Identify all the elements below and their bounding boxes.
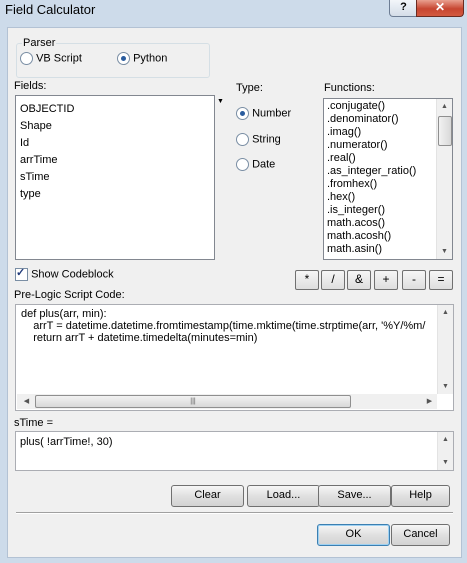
divide-button[interactable]: / (321, 270, 345, 290)
field-item[interactable]: type (16, 186, 214, 203)
vbscript-label: VB Script (36, 52, 82, 65)
field-item[interactable]: sTime (16, 169, 214, 186)
function-item[interactable]: .real() (324, 152, 452, 165)
dialog-client-area: Parser VB Script Python Fields: OBJECTID… (7, 27, 462, 558)
field-item[interactable]: arrTime (16, 152, 214, 169)
ok-button[interactable]: OK (317, 524, 390, 546)
functions-label: Functions: (324, 82, 375, 94)
scroll-up-icon[interactable]: ▲ (438, 305, 453, 320)
vbscript-radio[interactable] (20, 52, 33, 65)
type-option-string[interactable]: String (236, 133, 281, 146)
date-label: Date (252, 158, 276, 171)
field-item[interactable]: OBJECTID (16, 101, 214, 118)
plus-button[interactable]: + (374, 270, 398, 290)
field-calculator-window: Field Calculator ? ✕ Parser VB Script Py… (0, 0, 467, 563)
function-item[interactable]: .denominator() (324, 113, 452, 126)
function-item[interactable]: .numerator() (324, 139, 452, 152)
show-codeblock-checkbox[interactable] (15, 266, 28, 281)
scroll-down-icon[interactable]: ▼ (438, 379, 453, 394)
load-button[interactable]: Load... (247, 485, 320, 507)
divider (16, 512, 453, 514)
function-item[interactable]: math.acos() (324, 217, 452, 230)
title-bar[interactable]: Field Calculator ? ✕ (0, 0, 467, 22)
scroll-down-icon[interactable]: ▼ (438, 455, 453, 470)
save-button[interactable]: Save... (318, 485, 391, 507)
functions-scrollbar[interactable]: ▲ ▼ (436, 99, 452, 259)
python-label: Python (133, 52, 168, 65)
functions-list[interactable]: .conjugate() .denominator() .imag() .num… (323, 98, 453, 260)
field-item[interactable]: Shape (16, 118, 214, 135)
scroll-left-icon[interactable]: ◀ (19, 394, 34, 409)
parser-label: Parser (22, 37, 57, 49)
type-label: Type: (236, 82, 263, 94)
function-item[interactable]: .hex() (324, 191, 452, 204)
code-vertical-scrollbar[interactable]: ▲ ▼ (437, 305, 453, 394)
show-codeblock-label: Show Codeblock (31, 268, 114, 281)
function-item[interactable]: .fromhex() (324, 178, 452, 191)
function-item[interactable]: math.asin() (324, 243, 452, 256)
date-radio[interactable] (236, 158, 249, 171)
scroll-up-icon[interactable]: ▲ (437, 99, 452, 114)
multiply-button[interactable]: * (295, 270, 319, 290)
scroll-thumb[interactable] (438, 116, 452, 146)
expression-text: plus( !arrTime!, 30) (20, 436, 113, 448)
field-item[interactable]: Id (16, 135, 214, 152)
code-line: def plus(arr, min): (21, 308, 107, 320)
number-radio[interactable] (236, 107, 249, 120)
scroll-down-icon[interactable]: ▼ (437, 244, 452, 259)
code-line: return arrT + datetime.timedelta(minutes… (21, 332, 258, 344)
parser-option-python[interactable]: Python (117, 52, 167, 65)
fields-menu-arrow-icon[interactable]: ▼ (217, 98, 224, 105)
function-item[interactable]: .conjugate() (324, 100, 452, 113)
scroll-right-icon[interactable]: ▶ (422, 394, 437, 409)
function-item[interactable]: math.acosh() (324, 230, 452, 243)
help-title-button[interactable]: ? (389, 0, 418, 17)
equals-button[interactable]: = (429, 270, 453, 290)
string-radio[interactable] (236, 133, 249, 146)
minus-button[interactable]: - (402, 270, 426, 290)
fields-list[interactable]: OBJECTID Shape Id arrTime sTime type (15, 95, 215, 260)
help-button[interactable]: Help (391, 485, 450, 507)
concatenate-button[interactable]: & (347, 270, 371, 290)
code-line: arrT = datetime.datetime.fromtimestamp(t… (21, 320, 426, 332)
window-title: Field Calculator (5, 2, 96, 17)
fields-label: Fields: (14, 80, 47, 92)
python-radio[interactable] (117, 52, 130, 65)
scroll-up-icon[interactable]: ▲ (438, 432, 453, 447)
string-label: String (252, 133, 281, 146)
prelogic-label: Pre-Logic Script Code: (14, 289, 125, 301)
expression-scrollbar[interactable]: ▲ ▼ (437, 432, 453, 470)
expression-label: sTime = (14, 417, 54, 429)
function-item[interactable]: .is_integer() (324, 204, 452, 217)
close-button[interactable]: ✕ (416, 0, 464, 17)
show-codeblock-toggle[interactable]: Show Codeblock (15, 266, 114, 281)
code-horizontal-scrollbar[interactable]: ◀ ||| ▶ (17, 394, 437, 409)
prelogic-code-editor[interactable]: def plus(arr, min): arrT = datetime.date… (15, 304, 454, 411)
clear-button[interactable]: Clear (171, 485, 244, 507)
scroll-thumb[interactable]: ||| (35, 395, 351, 408)
type-option-date[interactable]: Date (236, 158, 275, 171)
expression-editor[interactable]: plus( !arrTime!, 30) ▲ ▼ (15, 431, 454, 471)
number-label: Number (252, 107, 292, 120)
parser-option-vbscript[interactable]: VB Script (20, 52, 82, 65)
function-item[interactable]: .as_integer_ratio() (324, 165, 452, 178)
type-option-number[interactable]: Number (236, 107, 291, 120)
cancel-button[interactable]: Cancel (391, 524, 450, 546)
function-item[interactable]: .imag() (324, 126, 452, 139)
